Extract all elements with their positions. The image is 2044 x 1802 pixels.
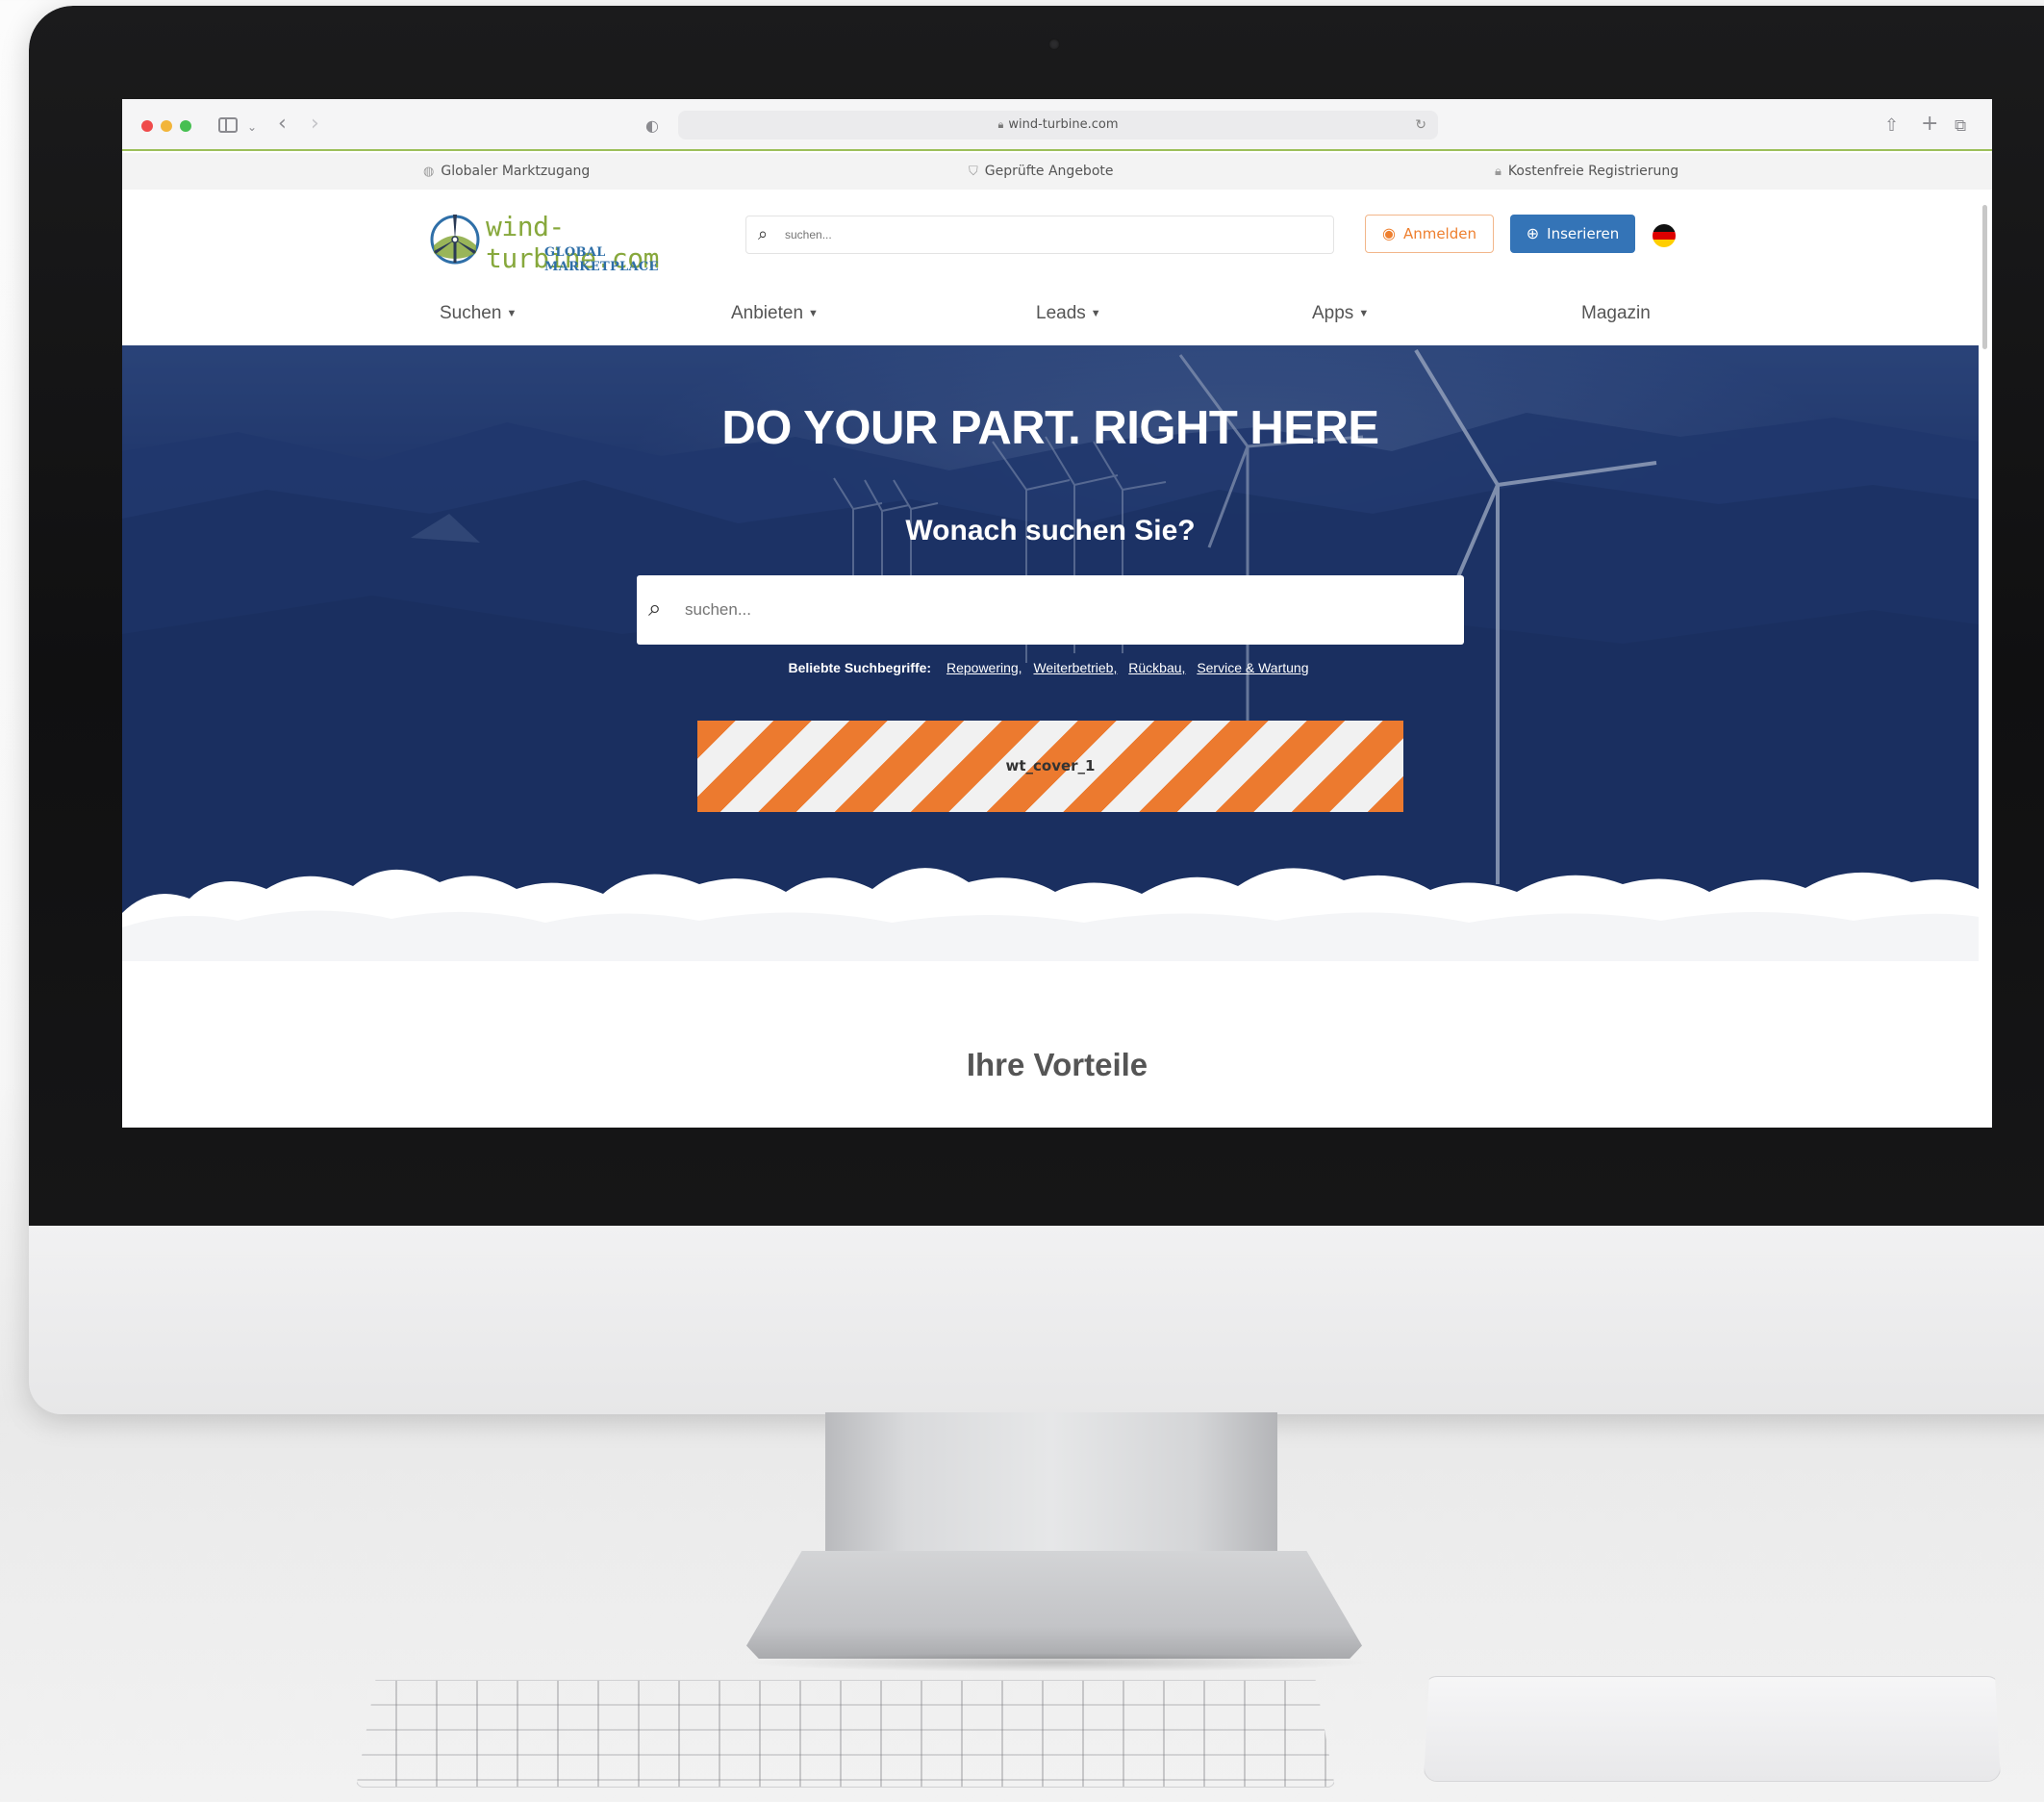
keyboard [356,1680,1335,1788]
header-search: ⌕ [745,216,1334,254]
nav-item-apps[interactable]: Apps ▼ [1312,303,1369,324]
minimize-window-button[interactable] [161,120,172,132]
trust-item-verified-offers: ⛉ Geprüfte Angebote [969,164,1114,179]
browser-toolbar: ⌄ ‹ › ◐ 🔒︎ wind-turbine.com ↻ ⇧ + ⧉ [122,99,1992,151]
back-arrow-icon[interactable]: ‹ [278,112,287,137]
hero-search: ⌕ [637,575,1464,645]
search-icon: ⌕ [648,595,662,622]
nav-item-leads[interactable]: Leads ▼ [1036,303,1101,324]
stand-shadow [741,1653,1375,1672]
hero-subtitle: Wonach suchen Sie? [905,515,1196,546]
language-flag-de[interactable] [1653,224,1676,247]
lock-icon: 🔒︎ [1495,165,1501,179]
header-search-input[interactable] [785,224,1324,245]
sidebar-toggle-icon[interactable] [218,117,238,133]
user-circle-icon: ◉ [1381,224,1396,242]
plus-circle-icon: ⊕ [1526,224,1540,242]
banner-label: wt_cover_1 [1005,757,1096,774]
hero-search-input[interactable] [685,596,1445,623]
popular-term-weiterbetrieb[interactable]: Weiterbetrieb, [1033,660,1117,675]
popular-term-rueckbau[interactable]: Rückbau, [1128,660,1185,675]
globe-icon: ◍ [423,165,435,179]
nav-item-suchen[interactable]: Suchen ▼ [440,303,517,324]
shield-check-icon: ⛉ [969,165,978,179]
chevron-down-icon[interactable]: ⌄ [247,114,257,140]
camera-icon [1048,38,1060,50]
popular-term-service-wartung[interactable]: Service & Wartung [1197,660,1308,675]
new-tab-icon[interactable]: + [1921,112,1938,137]
trust-item-free-registration: 🔒︎ Kostenfreie Registrierung [1495,164,1679,179]
main-nav: Suchen ▼ Anbieten ▼ Leads ▼ Apps ▼ Magazin [122,286,1992,347]
caret-down-icon: ▼ [1358,308,1370,319]
forward-arrow-icon[interactable]: › [311,112,319,137]
close-window-button[interactable] [141,120,153,132]
popular-term-repowering[interactable]: Repowering, [946,660,1022,675]
site-header: wind-turbine.com GLOBAL MARKETPLACE ⌕ ◉A… [122,190,1992,286]
hero-section: DO YOUR PART. RIGHT HERE Wonach suchen S… [122,345,1979,961]
monitor-stand-neck [825,1412,1277,1557]
section-title-benefits: Ihre Vorteile [966,1047,1148,1082]
share-icon[interactable]: ⇧ [1884,114,1899,139]
post-listing-button[interactable]: ⊕ Inserieren [1510,215,1635,253]
lock-icon: 🔒︎ [997,118,1004,131]
popular-searches-label: Beliebte Suchbegriffe: [788,660,932,675]
tab-overview-icon[interactable]: ⧉ [1955,114,1966,139]
url-text: wind-turbine.com [1008,117,1119,132]
turbine-logo-icon [430,215,480,265]
caret-down-icon: ▼ [808,308,819,319]
popular-searches: Beliebte Suchbegriffe: Repowering, Weite… [122,660,1979,675]
privacy-shield-icon[interactable]: ◐ [645,114,659,139]
search-icon: ⌕ [758,224,769,244]
hero-title: DO YOUR PART. RIGHT HERE [721,402,1379,454]
reload-icon[interactable]: ↻ [1415,111,1426,140]
logo-subtitle: GLOBAL MARKETPLACE [544,245,659,274]
site-logo[interactable]: wind-turbine.com GLOBAL MARKETPLACE [428,209,703,274]
caret-down-icon: ▼ [1090,308,1101,319]
browser-window: ⌄ ‹ › ◐ 🔒︎ wind-turbine.com ↻ ⇧ + ⧉ ◍ Glob… [122,99,1992,1128]
caret-down-icon: ▼ [506,308,517,319]
trust-bar: ◍ Globaler Marktzugang ⛉ Geprüfte Angebote… [122,153,1992,190]
nav-item-anbieten[interactable]: Anbieten ▼ [731,303,819,324]
cloud-divider [122,868,1979,961]
monitor-stand-base [746,1551,1362,1659]
trust-item-market-access: ◍ Globaler Marktzugang [423,164,591,179]
address-bar[interactable]: 🔒︎ wind-turbine.com ↻ [678,111,1438,140]
zoom-window-button[interactable] [180,120,191,132]
ad-banner-placeholder[interactable]: wt_cover_1 [697,721,1403,812]
page-scrollbar[interactable] [1982,205,1987,349]
nav-item-magazin[interactable]: Magazin [1581,303,1651,324]
login-button[interactable]: ◉ Anmelden [1365,215,1494,253]
monitor-chin [29,1226,2044,1414]
trackpad [1424,1676,2001,1782]
